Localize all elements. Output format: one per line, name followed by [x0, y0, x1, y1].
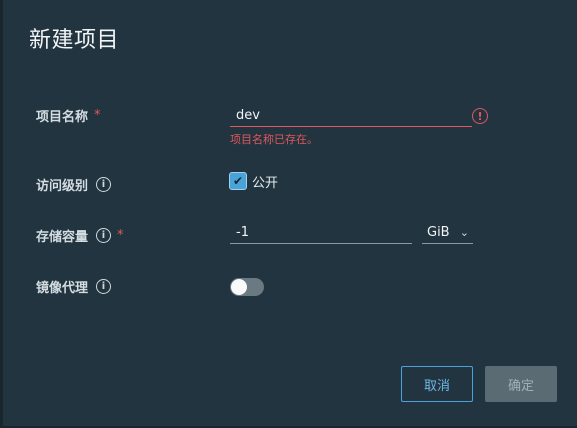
storage-quota-label: 存储容量 i *	[36, 226, 124, 245]
project-name-input[interactable]: dev	[230, 105, 472, 127]
mirror-proxy-label: 镜像代理 i	[36, 277, 112, 296]
project-name-error-message: 项目名称已存在。	[230, 133, 318, 146]
public-checkbox-label[interactable]: 公开	[252, 172, 278, 191]
info-circle-icon[interactable]: i	[96, 279, 112, 294]
exclamation-circle-icon: !	[472, 108, 488, 124]
confirm-button[interactable]: 确定	[485, 366, 557, 402]
access-level-label-text: 访问级别	[36, 179, 89, 194]
cancel-button[interactable]: 取消	[401, 366, 473, 402]
info-circle-icon[interactable]: i	[96, 228, 112, 243]
dialog-title: 新建项目	[29, 28, 120, 53]
project-name-label-text: 项目名称	[36, 110, 89, 125]
access-level-label: 访问级别 i	[36, 175, 112, 194]
toggle-knob	[231, 279, 247, 295]
checkmark-icon: ✔	[232, 174, 244, 188]
project-name-label: 项目名称 *	[36, 106, 101, 125]
new-project-dialog: 新建项目 项目名称 * dev ! 项目名称已存在。 访问级别 i ✔ 公开 存…	[0, 0, 577, 428]
storage-quota-label-text: 存储容量	[36, 230, 89, 245]
storage-unit-select[interactable]: GiB ⌄	[422, 222, 473, 244]
required-mark: *	[94, 108, 101, 123]
storage-unit-value: GiB	[427, 225, 450, 240]
chevron-down-icon: ⌄	[459, 226, 469, 239]
info-circle-icon[interactable]: i	[96, 177, 112, 192]
mirror-proxy-label-text: 镜像代理	[36, 281, 89, 296]
storage-quota-input[interactable]: -1	[230, 222, 412, 244]
required-mark: *	[117, 228, 124, 243]
mirror-proxy-toggle[interactable]	[230, 278, 264, 296]
public-checkbox[interactable]: ✔	[229, 172, 247, 190]
